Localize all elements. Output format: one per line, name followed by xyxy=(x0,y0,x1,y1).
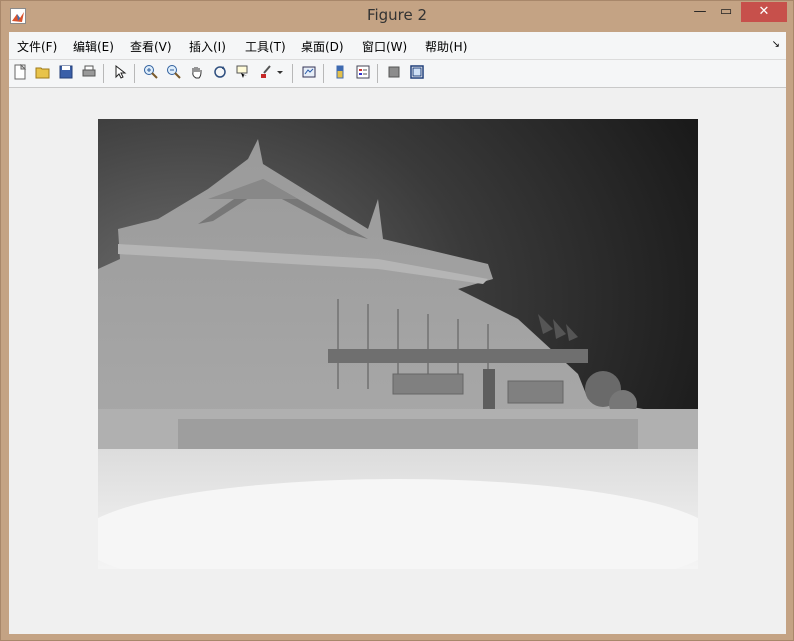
menu-tools[interactable]: 工具(T) xyxy=(245,38,286,55)
brush-icon[interactable] xyxy=(257,64,275,82)
toolbar-separator xyxy=(134,64,135,83)
menu-file[interactable]: 文件(F) xyxy=(17,38,57,55)
zoom-out-icon[interactable] xyxy=(165,64,183,82)
grayscale-image[interactable] xyxy=(98,119,698,569)
menu-insert[interactable]: 插入(I) xyxy=(189,38,226,55)
toolbar-separator xyxy=(103,64,104,83)
legend-icon[interactable] xyxy=(354,64,372,82)
menu-edit[interactable]: 编辑(E) xyxy=(73,38,114,55)
print-icon[interactable] xyxy=(80,64,98,82)
toolbar-separator xyxy=(292,64,293,83)
window-title: Figure 2 xyxy=(366,6,428,24)
figure-window: Figure 2 — ▭ ✕ 文件(F) 编辑(E) 查看(V) 插入(I) 工… xyxy=(0,0,794,641)
new-figure-icon[interactable] xyxy=(11,63,29,82)
menu-help[interactable]: 帮助(H) xyxy=(425,38,467,55)
select-arrow-icon[interactable] xyxy=(111,64,129,82)
menu-window[interactable]: 窗口(W) xyxy=(362,38,407,55)
client-area: 文件(F) 编辑(E) 查看(V) 插入(I) 工具(T) 桌面(D) 窗口(W… xyxy=(9,32,786,634)
save-icon[interactable] xyxy=(57,64,75,82)
open-file-icon[interactable] xyxy=(34,64,52,82)
title-bar[interactable]: Figure 2 — ▭ ✕ xyxy=(1,1,793,32)
toolbar-separator xyxy=(377,64,378,83)
zoom-in-icon[interactable] xyxy=(142,64,160,82)
hide-plot-tools-icon[interactable] xyxy=(385,64,403,82)
brush-dropdown-icon[interactable] xyxy=(275,64,285,82)
toolbar xyxy=(9,60,786,88)
figure-canvas[interactable] xyxy=(9,88,786,634)
menu-bar: 文件(F) 编辑(E) 查看(V) 插入(I) 工具(T) 桌面(D) 窗口(W… xyxy=(9,32,786,60)
show-plot-tools-icon[interactable] xyxy=(408,64,426,82)
minimize-button[interactable]: — xyxy=(687,2,713,22)
toolbar-separator xyxy=(323,64,324,83)
menu-view[interactable]: 查看(V) xyxy=(130,38,172,55)
link-plot-icon[interactable] xyxy=(300,64,318,82)
pan-hand-icon[interactable] xyxy=(188,64,206,82)
menu-desktop[interactable]: 桌面(D) xyxy=(301,38,344,55)
rotate-3d-icon[interactable] xyxy=(211,64,229,82)
close-button[interactable]: ✕ xyxy=(741,2,787,22)
maximize-button[interactable]: ▭ xyxy=(713,2,739,22)
colorbar-icon[interactable] xyxy=(331,64,349,82)
menu-overflow-icon[interactable]: ↘ xyxy=(772,39,780,50)
data-cursor-icon[interactable] xyxy=(234,64,252,82)
